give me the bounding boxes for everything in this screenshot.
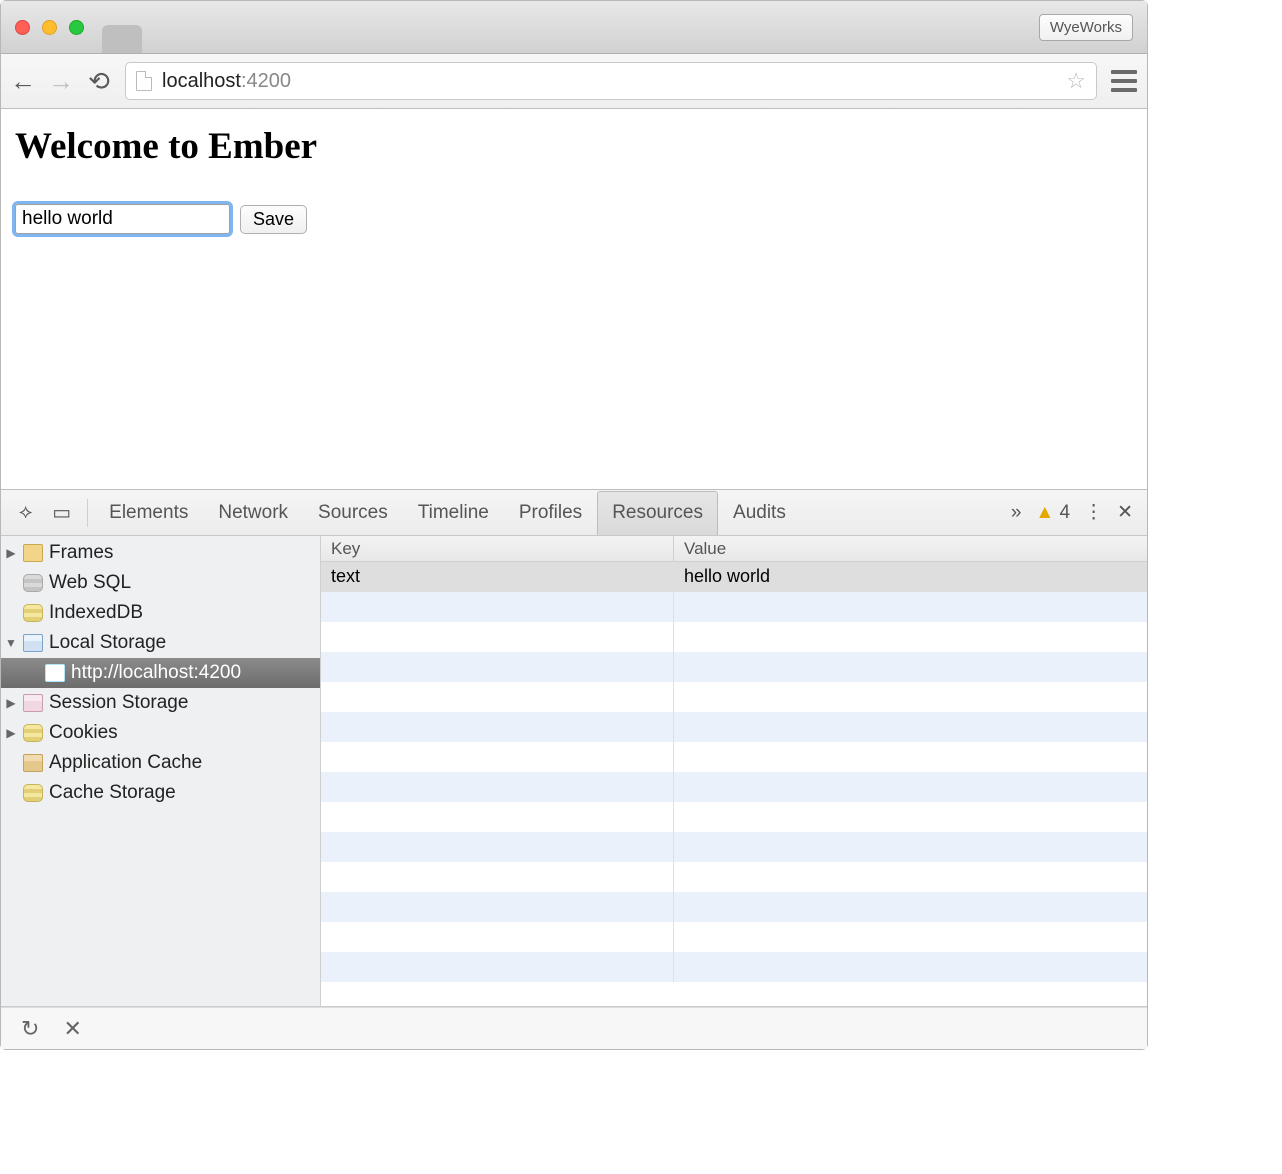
tree-localstorage-origin[interactable]: http://localhost:4200 [1,658,320,688]
clear-icon[interactable]: ✕ [63,1016,81,1042]
tree-indexeddb[interactable]: IndexedDB [1,598,320,628]
table-row[interactable] [321,802,1147,832]
tree-localstorage[interactable]: ▼Local Storage [1,628,320,658]
save-button[interactable]: Save [240,205,307,234]
page-heading: Welcome to Ember [15,125,1133,168]
browser-tab[interactable] [102,25,142,53]
cachestorage-icon [23,784,43,802]
bookmark-star-icon[interactable]: ☆ [1066,68,1086,94]
tab-audits[interactable]: Audits [718,491,801,535]
devtools-tabbar: ⟡ ▭ Elements Network Sources Timeline Pr… [1,490,1147,536]
tab-profiles[interactable]: Profiles [504,491,597,535]
header-key[interactable]: Key [321,536,674,561]
database-icon [23,604,43,622]
table-header: Key Value [321,536,1147,562]
table-row[interactable] [321,892,1147,922]
text-input[interactable] [15,204,230,234]
extension-button[interactable]: WyeWorks [1039,14,1133,41]
zoom-window-icon[interactable] [69,20,84,35]
table-row[interactable] [321,952,1147,982]
tab-elements[interactable]: Elements [94,491,203,535]
storage-icon [23,634,43,652]
page-content: Welcome to Ember Save [1,109,1147,489]
storage-table: Key Value text hello world [321,536,1147,1006]
tree-cachestorage[interactable]: Cache Storage [1,778,320,808]
table-row[interactable]: text hello world [321,562,1147,592]
appcache-icon [23,754,43,772]
window-titlebar: WyeWorks [1,1,1147,54]
table-row[interactable] [321,592,1147,622]
close-window-icon[interactable] [15,20,30,35]
page-icon [136,71,152,91]
cookies-icon [23,724,43,742]
devtools-footer: ↻ ✕ [1,1007,1147,1049]
minimize-window-icon[interactable] [42,20,57,35]
devtools-panel: ⟡ ▭ Elements Network Sources Timeline Pr… [1,489,1147,1049]
tab-sources[interactable]: Sources [303,491,403,535]
address-bar[interactable]: localhost:4200 ☆ [125,62,1097,100]
devtools-close-icon[interactable]: ✕ [1117,501,1133,524]
header-value[interactable]: Value [674,536,1147,561]
inspect-icon[interactable]: ⟡ [9,501,42,524]
table-row[interactable] [321,862,1147,892]
storage-icon [45,664,65,682]
url-host: localhost [162,70,241,92]
tree-frames[interactable]: ▶Frames [1,538,320,568]
table-row[interactable] [321,832,1147,862]
table-row[interactable] [321,712,1147,742]
devtools-menu-icon[interactable]: ⋮ [1084,501,1103,524]
menu-icon[interactable] [1111,70,1137,92]
reload-icon[interactable]: ⟲ [87,66,111,97]
form-row: Save [15,204,1133,234]
traffic-lights [15,20,84,35]
table-row[interactable] [321,742,1147,772]
resources-tree: ▶Frames Web SQL IndexedDB ▼Local Storage… [1,536,321,1006]
tab-network[interactable]: Network [203,491,303,535]
tab-resources[interactable]: Resources [597,491,718,535]
cell-value: hello world [674,562,1147,592]
back-icon[interactable]: ← [11,66,35,97]
device-icon[interactable]: ▭ [42,500,81,525]
table-body: text hello world [321,562,1147,1006]
folder-icon [23,544,43,562]
storage-icon [23,694,43,712]
cell-key: text [321,562,674,592]
table-row[interactable] [321,682,1147,712]
browser-toolbar: ← → ⟲ localhost:4200 ☆ [1,54,1147,109]
database-icon [23,574,43,592]
tree-appcache[interactable]: Application Cache [1,748,320,778]
warning-badge[interactable]: ▲ 4 [1035,502,1070,524]
tabs-overflow-icon[interactable]: » [1011,502,1022,524]
refresh-icon[interactable]: ↻ [21,1016,39,1042]
url-port: :4200 [241,70,291,92]
forward-icon[interactable]: → [49,66,73,97]
table-row[interactable] [321,652,1147,682]
tab-timeline[interactable]: Timeline [403,491,504,535]
tree-websql[interactable]: Web SQL [1,568,320,598]
tree-sessionstorage[interactable]: ▶Session Storage [1,688,320,718]
separator [87,499,88,527]
tree-cookies[interactable]: ▶Cookies [1,718,320,748]
table-row[interactable] [321,922,1147,952]
table-row[interactable] [321,622,1147,652]
table-row[interactable] [321,772,1147,802]
